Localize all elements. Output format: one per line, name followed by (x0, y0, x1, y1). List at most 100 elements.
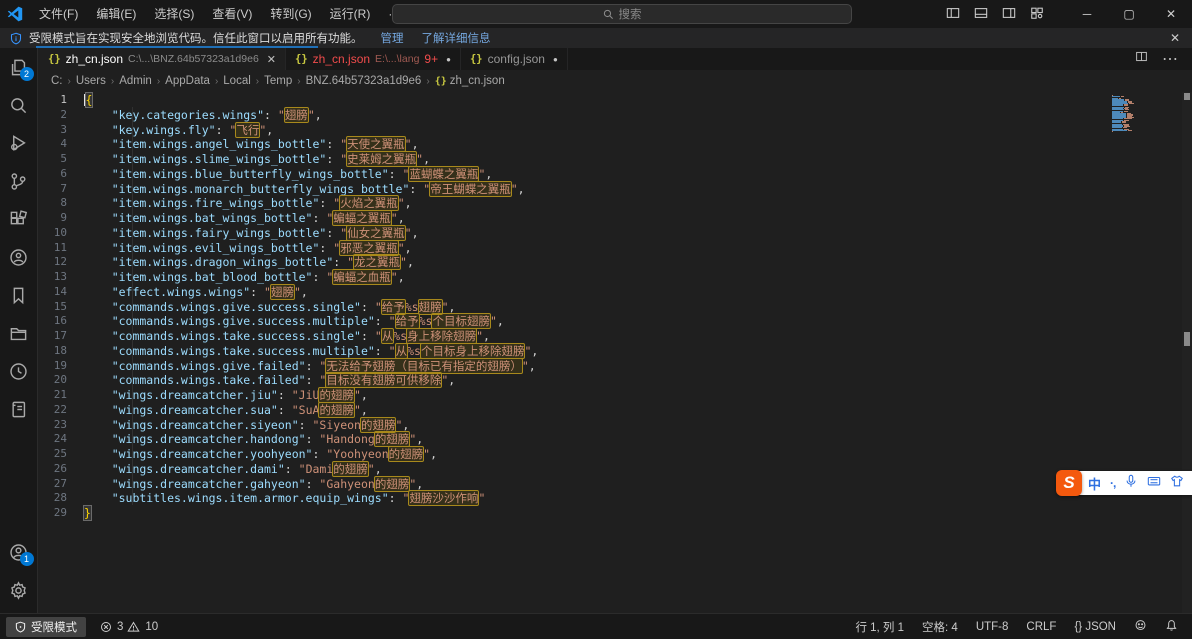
code-line-7[interactable]: 7 "item.wings.monarch_butterfly_wings_bo… (39, 182, 1192, 197)
menu-item-5[interactable]: 运行(R) (321, 0, 380, 28)
minimize-button[interactable]: ─ (1066, 0, 1108, 28)
ime-soft-keyboard-icon[interactable] (1147, 474, 1161, 493)
code-line-17[interactable]: 17 "commands.wings.take.success.single":… (39, 329, 1192, 344)
activity-bar-assistant-icon[interactable] (0, 238, 38, 276)
restricted-mode-status[interactable]: 受限模式 (6, 617, 86, 637)
toggle-panel-icon[interactable] (974, 6, 988, 23)
breadcrumb-item-0[interactable]: C: (49, 75, 65, 87)
code-line-25[interactable]: 25 "wings.dreamcatcher.yoohyeon": "Yoohy… (39, 447, 1192, 462)
minimap[interactable] (1112, 95, 1142, 132)
code-line-6[interactable]: 6 "item.wings.blue_butterfly_wings_bottl… (39, 167, 1192, 182)
activity-bar-run-debug-icon[interactable] (0, 124, 38, 162)
activity-bar-history-clock-icon[interactable] (0, 352, 38, 390)
problems-status[interactable]: 3 10 (100, 621, 158, 633)
code-line-5[interactable]: 5 "item.wings.slime_wings_bottle": "史莱姆之… (39, 152, 1192, 167)
status-item-3[interactable]: CRLF (1026, 621, 1056, 633)
code-line-27[interactable]: 27 "wings.dreamcatcher.gahyeon": "Gahyeo… (39, 477, 1192, 492)
code-line-15[interactable]: 15 "commands.wings.give.success.single":… (39, 300, 1192, 315)
code-line-28[interactable]: 28 "subtitles.wings.item.armor.equip_win… (39, 491, 1192, 506)
menu-item-3[interactable]: 查看(V) (203, 0, 261, 28)
code-segment: "item.wings.blue_butterfly_wings_bottle" (84, 167, 389, 181)
code-line-8[interactable]: 8 "item.wings.fire_wings_bottle": "火焰之翼瓶… (39, 196, 1192, 211)
menu-item-1[interactable]: 编辑(E) (87, 0, 145, 28)
code-line-23[interactable]: 23 "wings.dreamcatcher.siyeon": "Siyeon的… (39, 418, 1192, 433)
code-segment: " (294, 285, 301, 299)
ime-mic-icon[interactable] (1124, 474, 1138, 493)
title-bar: 文件(F)编辑(E)选择(S)查看(V)转到(G)运行(R)··· ← → 搜索… (0, 0, 1192, 28)
code-line-26[interactable]: 26 "wings.dreamcatcher.dami": "Dami的翅膀", (39, 462, 1192, 477)
line-number: 23 (39, 418, 84, 433)
code-line-4[interactable]: 4 "item.wings.angel_wings_bottle": "天使之翼… (39, 137, 1192, 152)
status-item-0[interactable]: 行 1, 列 1 (855, 619, 904, 635)
customize-layout-icon[interactable] (1030, 6, 1044, 23)
error-count: 3 (117, 621, 123, 633)
activity-bar-settings-gear-icon[interactable] (0, 571, 38, 609)
activity-bar-search-icon[interactable] (0, 86, 38, 124)
code-line-3[interactable]: 3 "key.wings.fly": "飞行", (39, 123, 1192, 138)
code-line-22[interactable]: 22 "wings.dreamcatcher.sua": "SuA的翅膀", (39, 403, 1192, 418)
breadcrumb-item-1[interactable]: Users (74, 75, 108, 87)
toggle-secondary-sidebar-icon[interactable] (1002, 6, 1016, 23)
banner-close-icon[interactable]: ✕ (1170, 31, 1180, 45)
more-actions-icon[interactable]: ⋯ (1162, 49, 1178, 69)
overview-marker (1184, 332, 1190, 346)
breadcrumb-item-3[interactable]: AppData (163, 75, 212, 87)
activity-bar-project-folder-icon[interactable] (0, 314, 38, 352)
menu-item-2[interactable]: 选择(S) (145, 0, 203, 28)
split-editor-icon[interactable] (1135, 50, 1148, 68)
toggle-sidebar-icon[interactable] (946, 6, 960, 23)
code-line-21[interactable]: 21 "wings.dreamcatcher.jiu": "JiU的翅膀", (39, 388, 1192, 403)
status-item-1[interactable]: 空格: 4 (922, 619, 958, 635)
code-segment: : (409, 182, 423, 196)
tab-zh_cn.json-0[interactable]: {}zh_cn.jsonC:\...\BNZ.64b57323a1d9e6✕ (39, 48, 286, 70)
breadcrumb-item-5[interactable]: Temp (262, 75, 294, 87)
tab-close-icon[interactable]: ✕ (267, 53, 276, 66)
manage-link[interactable]: 管理 (381, 30, 404, 46)
activity-bar-explorer-icon[interactable]: 2 (0, 48, 38, 86)
code-line-12[interactable]: 12 "item.wings.dragon_wings_bottle": "龙之… (39, 255, 1192, 270)
code-segment: : (326, 137, 340, 151)
learn-more-link[interactable]: 了解详细信息 (422, 30, 491, 46)
code-line-11[interactable]: 11 "item.wings.evil_wings_bottle": "邪恶之翼… (39, 241, 1192, 256)
code-line-13[interactable]: 13 "item.wings.bat_blood_bottle": "蝙蝠之血瓶… (39, 270, 1192, 285)
activity-bar-notebook-icon[interactable] (0, 390, 38, 428)
close-window-button[interactable]: ✕ (1150, 0, 1192, 28)
breadcrumb-item-2[interactable]: Admin (117, 75, 154, 87)
activity-bar-account-icon[interactable]: 1 (0, 533, 38, 571)
activity-bar-extensions-icon[interactable] (0, 200, 38, 238)
status-item-4[interactable]: {} JSON (1074, 621, 1116, 633)
code-line-18[interactable]: 18 "commands.wings.take.success.multiple… (39, 344, 1192, 359)
activity-bar-bookmark-icon[interactable] (0, 276, 38, 314)
code-line-24[interactable]: 24 "wings.dreamcatcher.handong": "Handon… (39, 432, 1192, 447)
code-line-19[interactable]: 19 "commands.wings.give.failed": "无法给予翅膀… (39, 359, 1192, 374)
notifications-bell-icon[interactable] (1165, 619, 1178, 635)
ime-punctuation-button[interactable]: ·, (1110, 476, 1115, 490)
code-line-10[interactable]: 10 "item.wings.fairy_wings_bottle": "仙女之… (39, 226, 1192, 241)
code-line-2[interactable]: 2 "key.categories.wings": "翅膀", (39, 108, 1192, 123)
code-line-20[interactable]: 20 "commands.wings.take.failed": "目标没有翅膀… (39, 373, 1192, 388)
restore-button[interactable]: ▢ (1108, 0, 1150, 28)
tab-zh_cn.json-1[interactable]: {}zh_cn.jsonE:\...\lang9+● (286, 48, 461, 70)
line-number: 5 (39, 152, 84, 167)
ime-skin-shirt-icon[interactable] (1170, 474, 1184, 493)
sogou-logo-icon[interactable]: S (1056, 470, 1082, 496)
tab-config.json-2[interactable]: {}config.json● (461, 48, 568, 70)
ime-chinese-mode-button[interactable]: 中 (1088, 474, 1101, 493)
breadcrumb-item-7[interactable]: {}zh_cn.json (433, 75, 507, 87)
activity-bar-source-control-icon[interactable] (0, 162, 38, 200)
code-line-16[interactable]: 16 "commands.wings.give.success.multiple… (39, 314, 1192, 329)
editor-pane[interactable]: 1{2 "key.categories.wings": "翅膀",3 "key.… (39, 92, 1192, 613)
menu-item-0[interactable]: 文件(F) (30, 0, 87, 28)
code-line-14[interactable]: 14 "effect.wings.wings": "翅膀", (39, 285, 1192, 300)
command-center-search[interactable]: 搜索 (392, 4, 852, 24)
menu-item-4[interactable]: 转到(G) (261, 0, 320, 28)
code-line-1[interactable]: 1{ (39, 93, 1192, 108)
overview-ruler[interactable] (1182, 92, 1192, 613)
status-item-2[interactable]: UTF-8 (976, 621, 1009, 633)
code-line-29[interactable]: 29} (39, 506, 1192, 521)
code-line-9[interactable]: 9 "item.wings.bat_wings_bottle": "蝙蝠之翼瓶"… (39, 211, 1192, 226)
breadcrumb-item-4[interactable]: Local (221, 75, 253, 87)
code-segment: : (326, 226, 340, 240)
breadcrumb-item-6[interactable]: BNZ.64b57323a1d9e6 (304, 75, 424, 87)
feedback-icon[interactable] (1134, 619, 1147, 635)
